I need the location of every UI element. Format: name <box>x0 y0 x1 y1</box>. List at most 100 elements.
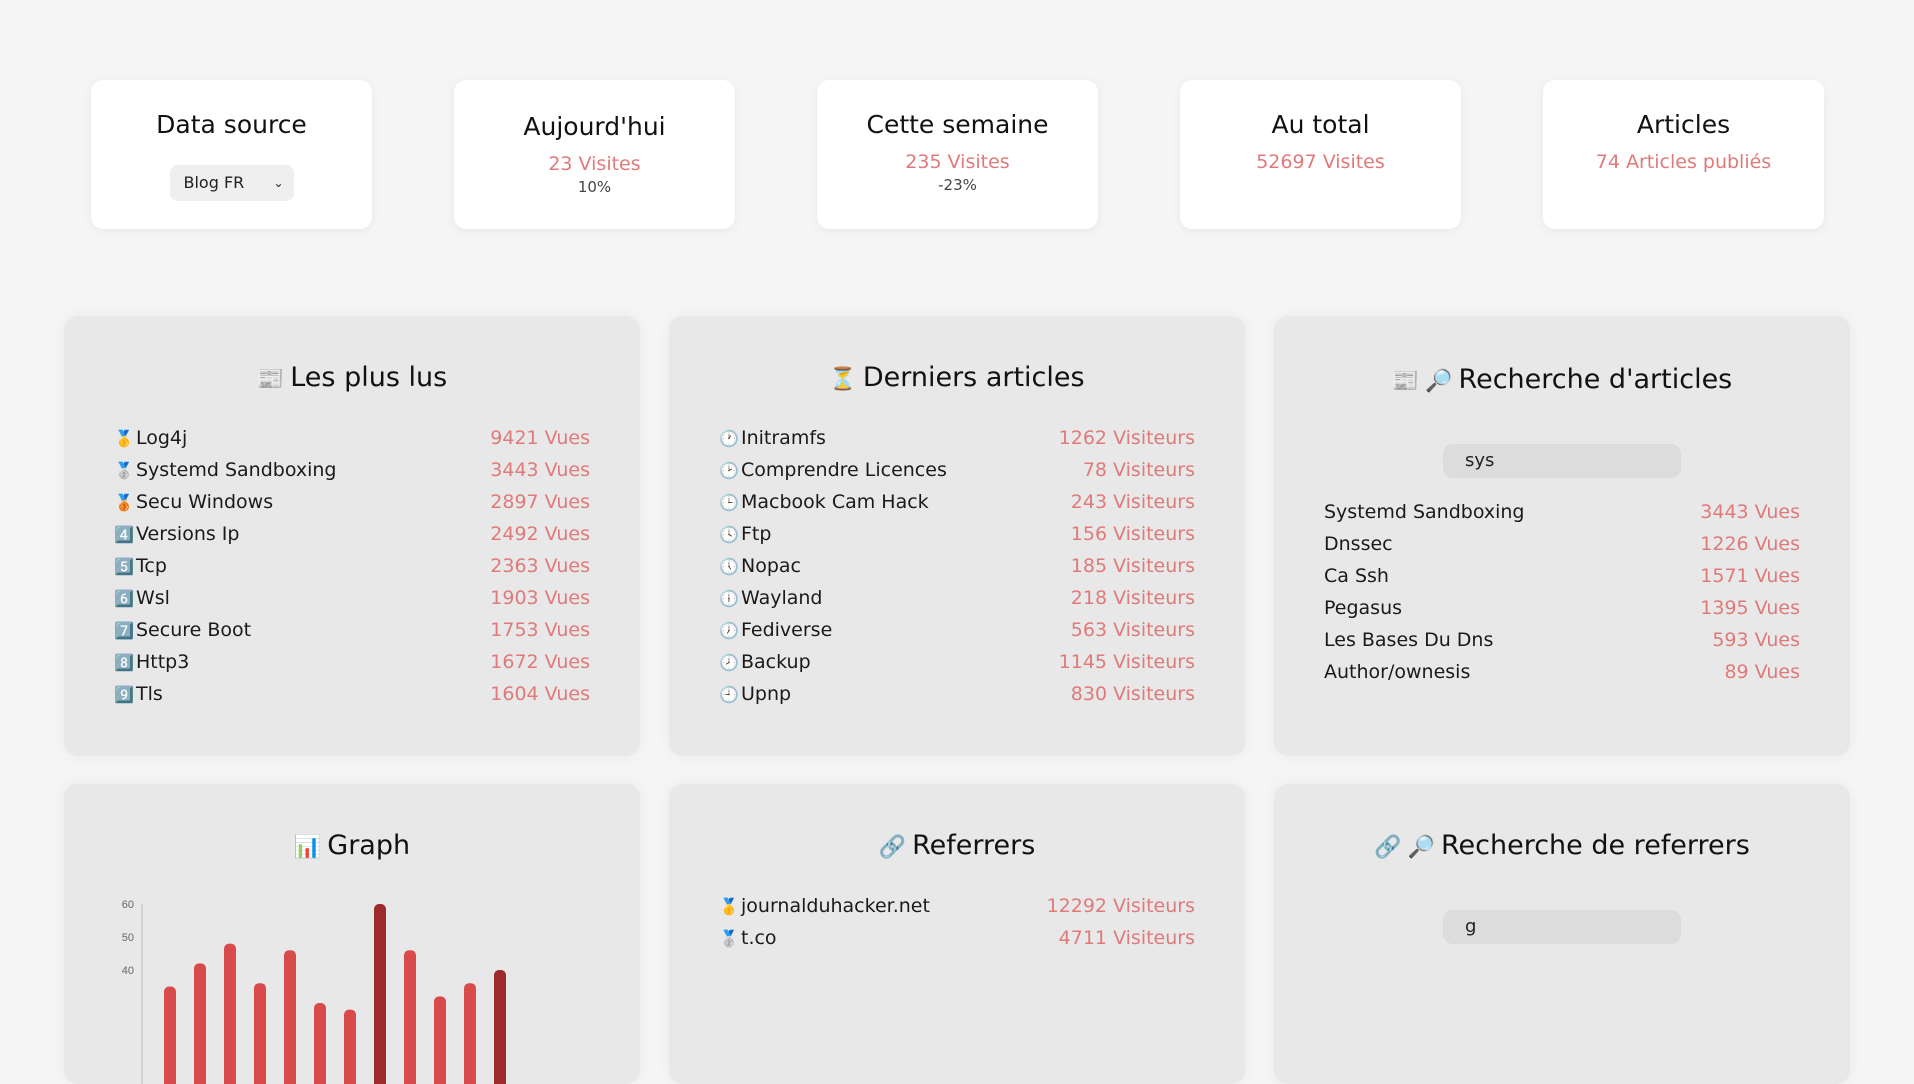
list-item[interactable]: 🕖Fediverse563 Visiteurs <box>719 614 1195 646</box>
list-item[interactable]: 🥉Secu Windows2897 Vues <box>114 486 590 518</box>
list-item[interactable]: Pegasus 1395 Vues <box>1324 592 1800 624</box>
rank-icon: 5️⃣ <box>114 551 136 583</box>
latest-articles-list: 🕐Initramfs1262 Visiteurs🕑Comprendre Lice… <box>719 422 1195 710</box>
list-item[interactable]: 🥇Log4j9421 Vues <box>114 422 590 454</box>
stat-card-data-source: Data source Blog FR ⌄ <box>91 80 372 229</box>
list-item[interactable]: 🕗Backup1145 Visiteurs <box>719 646 1195 678</box>
item-value: 1903 Vues <box>490 582 590 614</box>
item-label: t.co <box>741 927 777 949</box>
chart-bar <box>344 1010 356 1084</box>
visits-bar-chart: 605040 <box>64 784 640 1084</box>
list-item[interactable]: Ca Ssh1571 Vues <box>1324 560 1800 592</box>
chart-bar <box>224 944 236 1084</box>
list-item[interactable]: 🕔Nopac185 Visiteurs <box>719 550 1195 582</box>
chart-bar <box>464 983 476 1084</box>
rank-icon: 🕐 <box>719 423 741 455</box>
list-item[interactable]: 🕑Comprendre Licences 78 Visiteurs <box>719 454 1195 486</box>
item-value: 1395 Vues <box>1700 592 1800 624</box>
item-label: Pegasus <box>1324 597 1402 619</box>
list-item[interactable]: Les Bases Du Dns 593 Vues <box>1324 624 1800 656</box>
rank-icon: 8️⃣ <box>114 647 136 679</box>
list-item[interactable]: 🕘Upnp830 Visiteurs <box>719 678 1195 710</box>
stat-title: Au total <box>1180 110 1461 139</box>
item-label: Fediverse <box>741 619 832 641</box>
rank-icon: 4️⃣ <box>114 519 136 551</box>
search-articles-input[interactable]: sys <box>1443 444 1681 478</box>
item-label: Tls <box>136 683 163 705</box>
stat-title: Aujourd'hui <box>454 112 735 141</box>
item-value: 4711 Visiteurs <box>1059 922 1195 954</box>
item-value: 1672 Vues <box>490 646 590 678</box>
item-value: 593 Vues <box>1712 624 1800 656</box>
item-label: Comprendre Licences <box>741 459 947 481</box>
panel-most-read: 📰Les plus lus 🥇Log4j9421 Vues🥈Systemd Sa… <box>64 316 640 756</box>
item-label: Dnssec <box>1324 533 1393 555</box>
link-icon: 🔗 <box>1374 835 1401 860</box>
search-referrers-input[interactable]: g <box>1443 910 1681 944</box>
list-item[interactable]: 5️⃣Tcp2363 Vues <box>114 550 590 582</box>
item-label: Tcp <box>136 555 167 577</box>
item-label: Systemd Sandboxing <box>1324 501 1524 523</box>
item-value: 3443 Vues <box>490 454 590 486</box>
list-item[interactable]: 7️⃣Secure Boot1753 Vues <box>114 614 590 646</box>
item-label: Macbook Cam Hack <box>741 491 929 513</box>
list-item[interactable]: Systemd Sandboxing 3443 Vues <box>1324 496 1800 528</box>
rank-icon: 🕔 <box>719 551 741 583</box>
list-item[interactable]: 8️⃣Http3 1672 Vues <box>114 646 590 678</box>
item-label: Initramfs <box>741 427 826 449</box>
most-read-list: 🥇Log4j9421 Vues🥈Systemd Sandboxing3443 V… <box>114 422 590 710</box>
magnifier-icon: 🔎 <box>1425 369 1452 394</box>
item-value: 9421 Vues <box>490 422 590 454</box>
list-item[interactable]: Dnssec 1226 Vues <box>1324 528 1800 560</box>
data-source-select[interactable]: Blog FR ⌄ <box>170 165 294 201</box>
item-label: Http3 <box>136 651 189 673</box>
rank-icon: 🕘 <box>719 679 741 711</box>
magnifier-icon: 🔎 <box>1408 835 1435 860</box>
panel-title: 🔗Referrers <box>669 830 1245 861</box>
rank-icon: 🕖 <box>719 615 741 647</box>
item-label: Ca Ssh <box>1324 565 1389 587</box>
stat-card-week: Cette semaine 235 Visites -23% <box>817 80 1098 229</box>
item-value: 156 Visiteurs <box>1071 518 1195 550</box>
list-item[interactable]: 🥈t.co4711 Visiteurs <box>719 922 1195 954</box>
y-tick-label: 50 <box>122 932 134 944</box>
chart-bar <box>404 950 416 1084</box>
item-label: Les Bases Du Dns <box>1324 629 1493 651</box>
list-item[interactable]: 🕕Wayland218 Visiteurs <box>719 582 1195 614</box>
newspaper-icon: 📰 <box>1392 369 1419 394</box>
item-value: 2492 Vues <box>490 518 590 550</box>
list-item[interactable]: Author/ownesis89 Vues <box>1324 656 1800 688</box>
item-value: 185 Visiteurs <box>1071 550 1195 582</box>
rank-icon: 🥈 <box>114 455 136 487</box>
chart-bar <box>254 983 266 1084</box>
item-value: 1604 Vues <box>490 678 590 710</box>
item-value: 3443 Vues <box>1700 496 1800 528</box>
item-label: journalduhacker.net <box>741 895 930 917</box>
chevron-down-icon: ⌄ <box>273 165 283 201</box>
stat-title: Articles <box>1543 110 1824 139</box>
item-label: Log4j <box>136 427 187 449</box>
referrers-list: 🥇journalduhacker.net12292 Visiteurs🥈t.co… <box>719 890 1195 954</box>
chart-bar <box>434 996 446 1084</box>
item-value: 1226 Vues <box>1700 528 1800 560</box>
rank-icon: 🥇 <box>719 891 741 923</box>
panel-title: ⏳Derniers articles <box>669 362 1245 393</box>
panel-search-referrers: 🔗🔎Recherche de referrers g <box>1274 784 1850 1084</box>
list-item[interactable]: 6️⃣Wsl1903 Vues <box>114 582 590 614</box>
list-item[interactable]: 9️⃣Tls1604 Vues <box>114 678 590 710</box>
chart-bar <box>284 950 296 1084</box>
rank-icon: 🕑 <box>719 455 741 487</box>
search-articles-results: Systemd Sandboxing 3443 Vues Dnssec 1226 Vu… <box>1324 496 1800 688</box>
item-label: Upnp <box>741 683 791 705</box>
list-item[interactable]: 🥇journalduhacker.net12292 Visiteurs <box>719 890 1195 922</box>
list-item[interactable]: 🕓Ftp156 Visiteurs <box>719 518 1195 550</box>
list-item[interactable]: 4️⃣Versions Ip2492 Vues <box>114 518 590 550</box>
item-label: Secu Windows <box>136 491 273 513</box>
chart-bar <box>314 1003 326 1084</box>
rank-icon: 🕓 <box>719 519 741 551</box>
list-item[interactable]: 🥈Systemd Sandboxing3443 Vues <box>114 454 590 486</box>
item-value: 78 Visiteurs <box>1083 454 1195 486</box>
item-value: 218 Visiteurs <box>1071 582 1195 614</box>
list-item[interactable]: 🕐Initramfs1262 Visiteurs <box>719 422 1195 454</box>
list-item[interactable]: 🕒Macbook Cam Hack243 Visiteurs <box>719 486 1195 518</box>
